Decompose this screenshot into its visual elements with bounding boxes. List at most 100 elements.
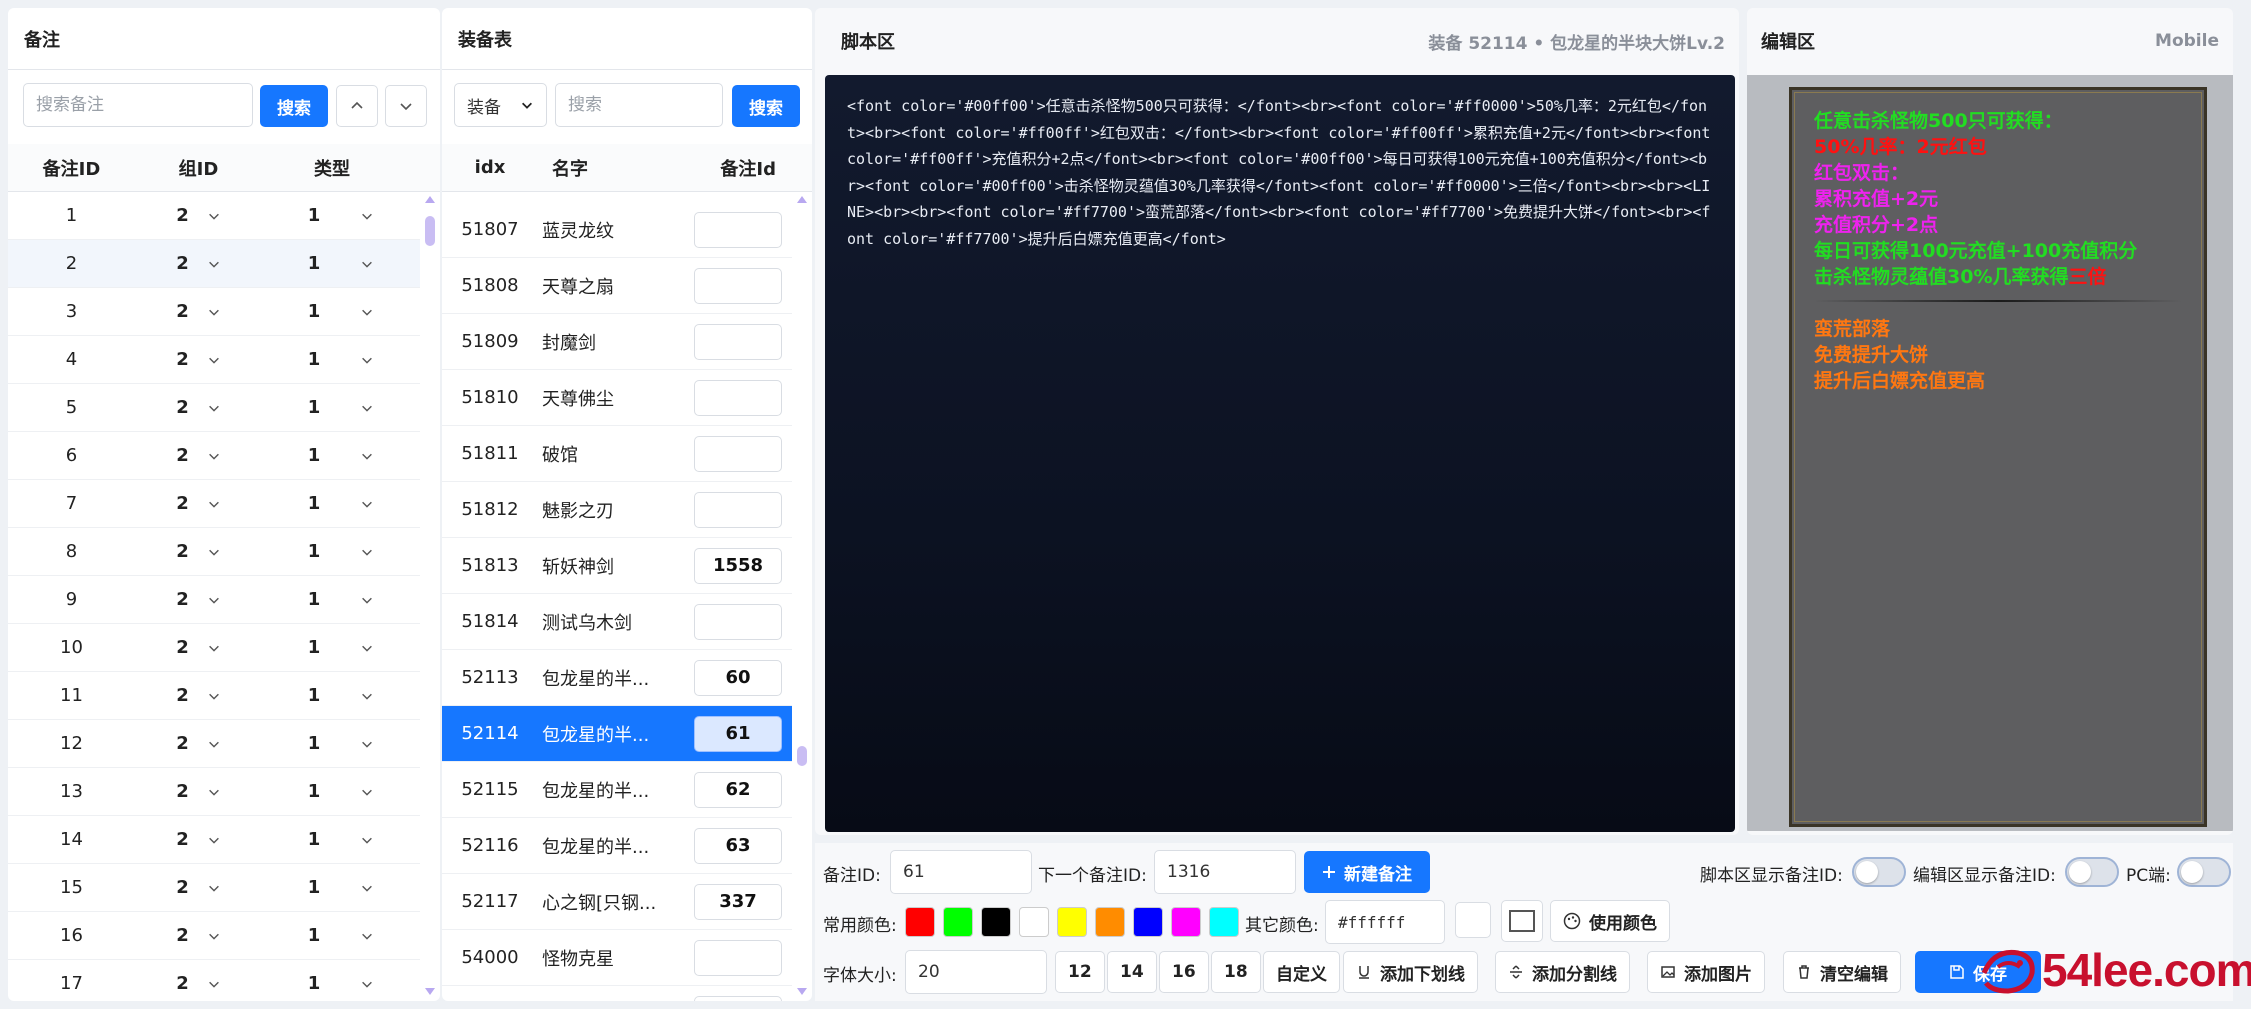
new-note-button[interactable]: 新建备注 xyxy=(1304,851,1430,893)
group-id-select[interactable]: 2 xyxy=(176,301,221,322)
color-swatch[interactable] xyxy=(1057,907,1087,937)
group-id-select[interactable]: 2 xyxy=(176,253,221,274)
type-select[interactable]: 1 xyxy=(308,589,375,610)
equip-note-id-input[interactable] xyxy=(694,379,782,416)
mobile-frame[interactable]: 任意击杀怪物500只可获得： 50%几率：2元红包 红包双击： 累积充值+2元 充值积分… xyxy=(1789,87,2207,827)
type-select[interactable]: 1 xyxy=(308,925,375,946)
type-select[interactable]: 1 xyxy=(308,205,375,226)
equip-note-id-input[interactable]: 60 xyxy=(694,659,782,696)
table-row[interactable]: 52115 包龙星的半... 62 xyxy=(442,762,792,818)
pc-toggle[interactable] xyxy=(2177,857,2231,887)
equip-note-id-input[interactable] xyxy=(694,435,782,472)
equip-note-id-input[interactable] xyxy=(694,323,782,360)
table-row[interactable]: 51807 蓝灵龙纹 xyxy=(442,202,792,258)
table-row[interactable]: 51811 破馆 xyxy=(442,426,792,482)
color-swatch[interactable] xyxy=(1019,907,1049,937)
group-id-select[interactable]: 2 xyxy=(176,349,221,370)
group-id-select[interactable]: 2 xyxy=(176,925,221,946)
table-row[interactable]: 16 2 1 xyxy=(8,912,420,960)
equip-scrollbar[interactable] xyxy=(796,192,808,997)
group-id-select[interactable]: 2 xyxy=(176,397,221,418)
table-row[interactable]: 15 2 1 xyxy=(8,864,420,912)
table-row[interactable]: 52114 包龙星的半... 61 xyxy=(442,706,792,762)
equip-type-select[interactable]: 装备 xyxy=(454,83,547,127)
use-color-button[interactable]: 使用颜色 xyxy=(1550,900,1670,942)
table-row[interactable]: 4 2 1 xyxy=(8,336,420,384)
type-select[interactable]: 1 xyxy=(308,349,375,370)
notes-scroll-thumb[interactable] xyxy=(425,216,435,246)
script-code-area[interactable]: <font color='#00ff00'>任意击杀怪物500只可获得：</fo… xyxy=(825,75,1735,832)
font-size-18-button[interactable]: 18 xyxy=(1211,951,1261,993)
group-id-select[interactable]: 2 xyxy=(176,205,221,226)
type-select[interactable]: 1 xyxy=(308,685,375,706)
type-select[interactable]: 1 xyxy=(308,637,375,658)
table-row[interactable]: 14 2 1 xyxy=(8,816,420,864)
type-select[interactable]: 1 xyxy=(308,733,375,754)
font-size-12-button[interactable]: 12 xyxy=(1055,951,1105,993)
type-select[interactable]: 1 xyxy=(308,397,375,418)
table-row[interactable]: 9 2 1 xyxy=(8,576,420,624)
color-swatch[interactable] xyxy=(981,907,1011,937)
clear-editor-button[interactable]: 清空编辑 xyxy=(1783,951,1901,993)
scroll-up-arrow-icon[interactable] xyxy=(424,194,436,204)
type-select[interactable]: 1 xyxy=(308,781,375,802)
type-select[interactable]: 1 xyxy=(308,973,375,994)
equip-note-id-input[interactable] xyxy=(694,491,782,528)
table-row[interactable]: 7 2 1 xyxy=(8,480,420,528)
type-select[interactable]: 1 xyxy=(308,301,375,322)
group-id-select[interactable]: 2 xyxy=(176,781,221,802)
equip-search-button[interactable]: 搜索 xyxy=(732,85,800,127)
table-row[interactable]: 10 2 1 xyxy=(8,624,420,672)
equip-note-id-input[interactable] xyxy=(694,939,782,976)
type-select[interactable]: 1 xyxy=(308,877,375,898)
equip-note-id-input[interactable]: 62 xyxy=(694,771,782,808)
table-row[interactable]: 52116 包龙星的半... 63 xyxy=(442,818,792,874)
equip-note-id-input[interactable]: 63 xyxy=(694,827,782,864)
equip-note-id-input[interactable]: 1558 xyxy=(694,547,782,584)
table-row[interactable]: 12 2 1 xyxy=(8,720,420,768)
equip-note-id-input[interactable] xyxy=(694,211,782,248)
table-row[interactable]: 54001经验加成68 xyxy=(442,986,792,1001)
group-id-select[interactable]: 2 xyxy=(176,685,221,706)
notes-scrollbar[interactable] xyxy=(424,192,436,997)
table-row[interactable]: 52113 包龙星的半... 60 xyxy=(442,650,792,706)
equip-note-id-input[interactable] xyxy=(694,267,782,304)
table-row[interactable]: 13 2 1 xyxy=(8,768,420,816)
font-size-16-button[interactable]: 16 xyxy=(1159,951,1209,993)
type-select[interactable]: 1 xyxy=(308,541,375,562)
equip-scroll-thumb[interactable] xyxy=(797,746,807,766)
table-row[interactable]: 51814 测试乌木剑 xyxy=(442,594,792,650)
color-picker-button[interactable] xyxy=(1501,900,1543,942)
equip-search-input[interactable] xyxy=(555,83,723,127)
group-id-select[interactable]: 2 xyxy=(176,445,221,466)
type-select[interactable]: 1 xyxy=(308,829,375,850)
color-swatch[interactable] xyxy=(1133,907,1163,937)
color-swatch[interactable] xyxy=(905,907,935,937)
notes-search-button[interactable]: 搜索 xyxy=(260,85,328,127)
color-swatch[interactable] xyxy=(1171,907,1201,937)
table-row[interactable]: 54000 怪物克星 xyxy=(442,930,792,986)
add-underline-button[interactable]: 添加下划线 xyxy=(1343,951,1478,993)
note-id-input[interactable] xyxy=(890,850,1032,894)
table-row[interactable]: 52117 心之钢[只钢... 337 xyxy=(442,874,792,930)
table-row[interactable]: 6 2 1 xyxy=(8,432,420,480)
notes-search-input[interactable] xyxy=(23,83,253,127)
table-row[interactable]: 51810 天尊佛尘 xyxy=(442,370,792,426)
add-image-button[interactable]: 添加图片 xyxy=(1647,951,1765,993)
group-id-select[interactable]: 2 xyxy=(176,877,221,898)
show-id-editor-toggle[interactable] xyxy=(2065,857,2119,887)
table-row[interactable]: 51808 天尊之扇 xyxy=(442,258,792,314)
color-swatch[interactable] xyxy=(1209,907,1239,937)
table-row[interactable]: 8 2 1 xyxy=(8,528,420,576)
equip-note-id-input[interactable] xyxy=(694,603,782,640)
table-row[interactable]: 11 2 1 xyxy=(8,672,420,720)
equip-note-id-input[interactable]: 61 xyxy=(694,715,782,752)
move-down-button[interactable] xyxy=(385,85,427,127)
group-id-select[interactable]: 2 xyxy=(176,973,221,994)
group-id-select[interactable]: 2 xyxy=(176,493,221,514)
scroll-down-arrow-icon[interactable] xyxy=(796,987,808,997)
table-row[interactable]: 51812 魅影之刃 xyxy=(442,482,792,538)
group-id-select[interactable]: 2 xyxy=(176,637,221,658)
equip-note-id-input[interactable]: 337 xyxy=(694,883,782,920)
type-select[interactable]: 1 xyxy=(308,445,375,466)
